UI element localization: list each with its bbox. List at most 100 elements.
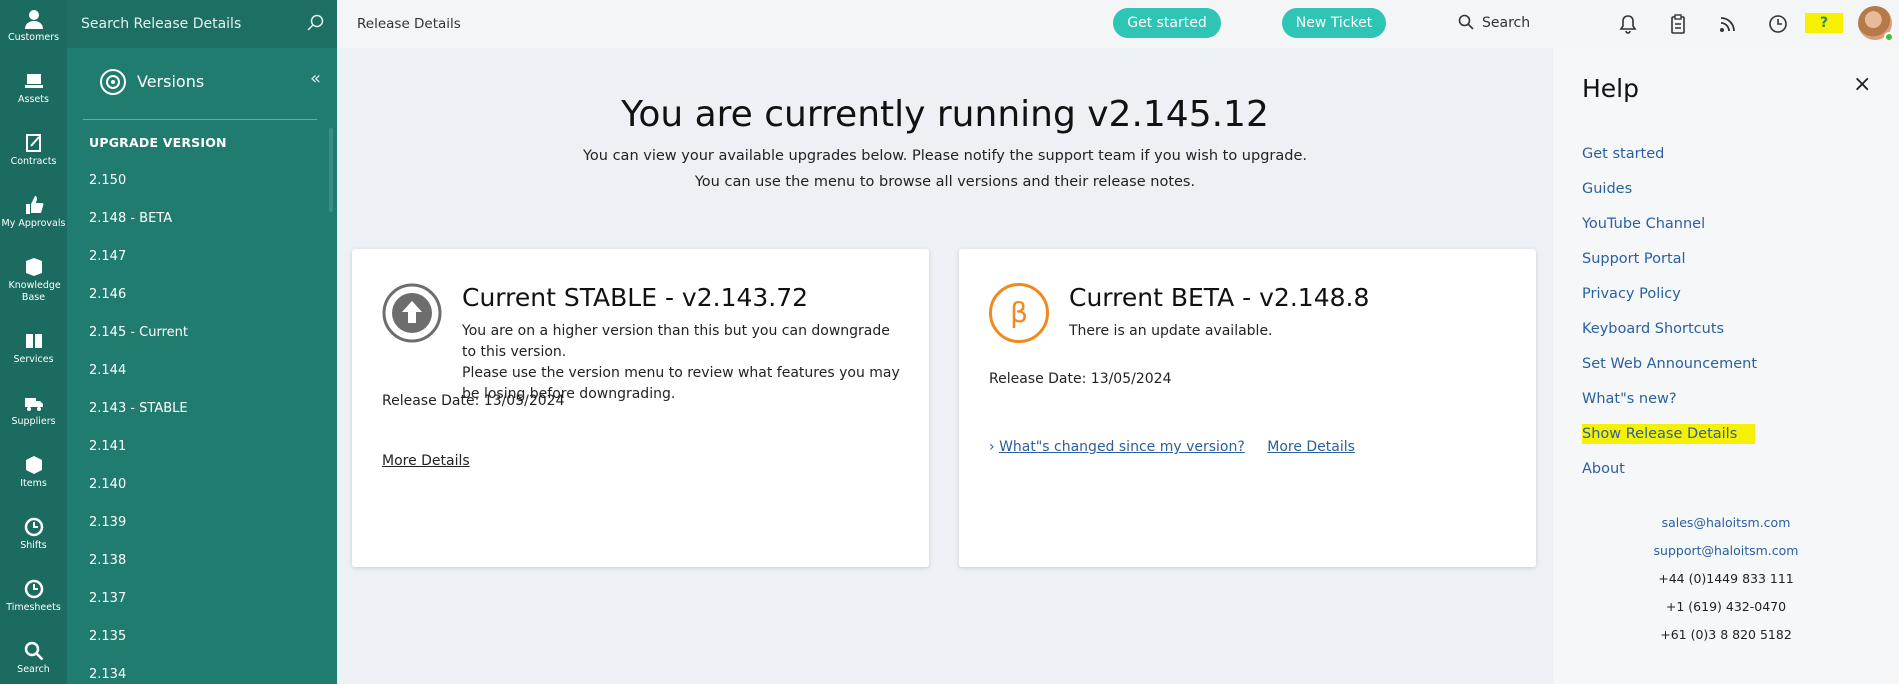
help-link-label: Show Release Details [1582,424,1756,444]
rail-label: Search [17,664,50,675]
rail-item-my-approvals[interactable]: My Approvals [0,194,67,230]
version-item[interactable]: 2.145 - Current [67,318,337,356]
help-link[interactable]: Keyboard Shortcuts [1582,321,1757,356]
help-icon[interactable]: ? [1805,13,1843,33]
rail-label: Assets [18,94,49,105]
help-link[interactable]: YouTube Channel [1582,216,1757,251]
rail-label: Items [20,478,47,489]
rail-label: My Approvals [1,218,66,229]
versions-title: Versions [137,72,205,91]
knowledge-base-icon [25,258,42,276]
version-item[interactable]: 2.135 [67,622,337,660]
beta-version-card: β Current BETA - v2.148.8 There is an up… [959,249,1536,567]
rail-label: Knowledge Base [8,280,61,303]
help-link[interactable]: About [1582,461,1757,496]
person-icon [24,10,43,29]
icon-rail: Customers Assets Contracts My Approvals … [0,0,67,684]
help-link[interactable]: Support Portal [1582,251,1757,286]
help-title: Help [1582,74,1639,103]
sales-email-link[interactable]: sales@haloitsm.com [1553,515,1899,530]
breadcrumb: Release Details [357,16,461,32]
main-content: You are currently running v2.145.12 You … [337,48,1553,684]
beta-more-details-link[interactable]: More Details [1267,439,1355,455]
release-search-bar [67,0,337,48]
laptop-icon [24,74,43,88]
rail-item-knowledge-base[interactable]: Knowledge Base [0,256,67,304]
beta-title: Current BETA - v2.148.8 [1069,283,1370,312]
stable-more-details-link[interactable]: More Details [382,453,470,469]
version-item[interactable]: 2.147 [67,242,337,280]
box-icon [25,456,42,474]
get-started-button[interactable]: Get started [1113,8,1221,38]
online-status-dot [1884,32,1894,42]
whats-changed-link[interactable]: What"s changed since my version? [999,439,1245,455]
phone-number: +1 (619) 432-0470 [1665,599,1787,614]
rail-label: Contracts [10,156,57,167]
clock-icon [24,517,43,537]
clock-icon [24,579,43,599]
version-item[interactable]: 2.148 - BETA [67,204,337,242]
version-item[interactable]: 2.138 [67,546,337,584]
clipboard-icon[interactable] [1667,13,1689,35]
version-item[interactable]: 2.134 [67,660,337,684]
help-link[interactable]: Get started [1582,146,1757,181]
version-item[interactable]: 2.141 [67,432,337,470]
version-item[interactable]: 2.143 - STABLE [67,394,337,432]
rss-icon[interactable] [1717,13,1739,35]
beta-release-date: Release Date: 13/05/2024 [989,371,1172,387]
help-links: Get started Guides YouTube Channel Suppo… [1582,146,1757,496]
top-bar: Release Details Get started New Ticket S… [337,0,1899,48]
stable-release-date: Release Date: 13/05/2024 [382,393,565,409]
global-search[interactable]: Search [1458,14,1530,31]
rail-item-suppliers[interactable]: Suppliers [0,392,67,428]
help-link[interactable]: Set Web Announcement [1582,356,1757,391]
history-clock-icon[interactable] [1767,13,1789,35]
search-icon[interactable] [307,14,325,32]
rail-item-customers[interactable]: Customers [0,8,67,44]
release-search-input[interactable] [81,12,291,36]
beta-icon: β [989,283,1049,343]
close-icon[interactable]: × [1853,72,1871,97]
beta-links: › What"s changed since my version? More … [989,439,1355,455]
help-link[interactable]: Privacy Policy [1582,286,1757,321]
rail-label: Customers [7,32,60,43]
new-ticket-button[interactable]: New Ticket [1282,8,1386,38]
phone-number: +61 (0)3 8 820 5182 [1660,627,1792,642]
upgrade-arrow-icon [382,283,442,343]
contract-icon [25,134,41,152]
disc-icon [100,69,126,95]
collapse-panel-icon[interactable]: « [310,68,321,89]
bell-icon[interactable] [1617,13,1639,35]
version-list-header: UPGRADE VERSION [89,135,227,150]
beta-description: There is an update available. [1069,323,1273,339]
search-icon [1458,14,1474,30]
scrollbar[interactable] [329,128,333,212]
search-icon [24,641,43,661]
truck-icon [24,398,43,411]
version-item[interactable]: 2.140 [67,470,337,508]
stable-title: Current STABLE - v2.143.72 [462,283,809,312]
version-item[interactable]: 2.137 [67,584,337,622]
rail-item-timesheets[interactable]: Timesheets [0,578,67,614]
rail-item-services[interactable]: Services [0,330,67,366]
divider [83,119,317,120]
rail-item-contracts[interactable]: Contracts [0,132,67,168]
version-item[interactable]: 2.146 [67,280,337,318]
rail-item-shifts[interactable]: Shifts [0,516,67,552]
version-item[interactable]: 2.139 [67,508,337,546]
version-item[interactable]: 2.144 [67,356,337,394]
global-search-label: Search [1482,15,1531,31]
rail-item-items[interactable]: Items [0,454,67,490]
rail-label: Timesheets [6,602,61,613]
rail-item-search[interactable]: Search [0,640,67,676]
versions-panel: Versions « UPGRADE VERSION 2.150 2.148 -… [67,0,337,684]
rail-item-assets[interactable]: Assets [0,70,67,106]
help-link[interactable]: Guides [1582,181,1757,216]
help-link[interactable]: What"s new? [1582,391,1757,426]
thumbs-up-icon [25,196,43,214]
version-item[interactable]: 2.150 [67,166,337,204]
avatar[interactable] [1858,6,1894,42]
rail-label: Services [13,354,54,365]
support-email-link[interactable]: support@haloitsm.com [1553,543,1899,558]
help-link-show-release-details[interactable]: Show Release Details [1582,424,1757,461]
